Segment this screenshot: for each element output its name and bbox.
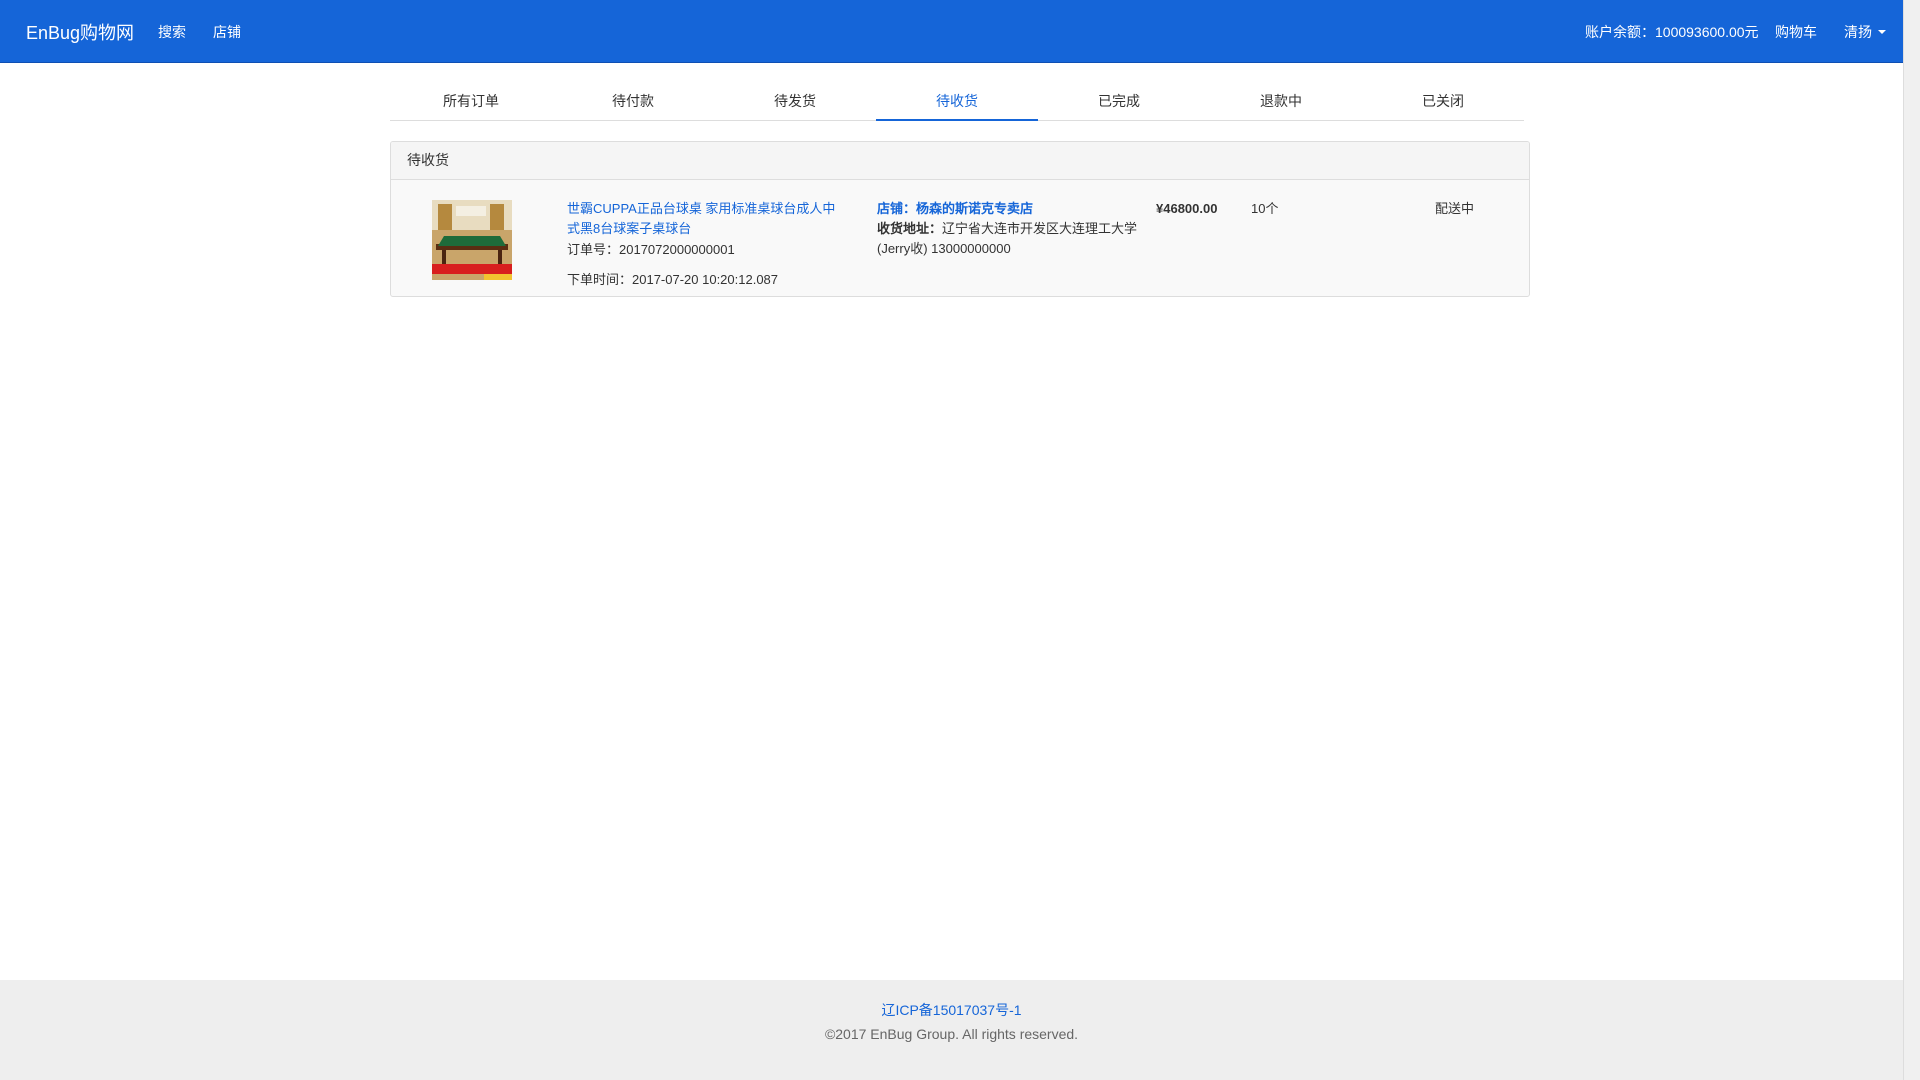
copyright-text: ©2017 EnBug Group. All rights reserved.: [824, 1026, 1079, 1042]
page-scrollbar[interactable]: [1903, 0, 1920, 1080]
account-balance: 账户余额：100093600.00元: [1585, 24, 1759, 40]
order-panel: 待收货 世霸CUPPA正品台球桌 家用标准桌球台成人中式黑8台球案子桌球台 订单…: [390, 141, 1530, 297]
order-time: 下单时间：2017-07-20 10:20:12.087: [567, 272, 779, 287]
panel-heading: 待收货: [391, 142, 1529, 180]
tab-pending-shipment[interactable]: 待发货: [714, 86, 876, 121]
nav-shop-link[interactable]: 店铺: [213, 22, 241, 42]
tab-all-orders[interactable]: 所有订单: [390, 86, 552, 121]
brand-link[interactable]: EnBug购物网: [26, 19, 134, 45]
page-footer: 辽ICP备15017037号-1 ©2017 EnBug Group. All …: [0, 980, 1903, 1080]
tab-pending-receipt[interactable]: 待收货: [876, 86, 1038, 121]
order-status-tabs: 所有订单 待付款 待发货 待收货 已完成 退款中 已关闭: [390, 86, 1524, 121]
order-number: 订单号：2017072000000001: [567, 242, 735, 257]
tab-closed[interactable]: 已关闭: [1362, 86, 1524, 121]
product-thumbnail[interactable]: [432, 200, 512, 280]
tab-refunding[interactable]: 退款中: [1200, 86, 1362, 121]
nav-search-link[interactable]: 搜索: [158, 22, 186, 42]
tab-completed[interactable]: 已完成: [1038, 86, 1200, 121]
shipping-address: 收货地址：辽宁省大连市开发区大连理工大学(Jerry收) 13000000000: [877, 219, 1139, 259]
order-price: ¥46800.00: [1156, 201, 1218, 216]
tab-pending-payment[interactable]: 待付款: [552, 86, 714, 121]
order-quantity: 10个: [1251, 201, 1279, 216]
caret-down-icon: [1878, 30, 1886, 34]
order-row: 世霸CUPPA正品台球桌 家用标准桌球台成人中式黑8台球案子桌球台 订单号：20…: [391, 180, 1529, 296]
icp-link[interactable]: 辽ICP备15017037号-1: [0, 1000, 1903, 1020]
top-navbar: EnBug购物网 搜索 店铺 账户余额：100093600.00元 购物车 清扬: [0, 0, 1920, 63]
order-status: 配送中: [1435, 201, 1475, 216]
billiard-table-image: [432, 200, 512, 280]
address-label: 收货地址：: [877, 221, 943, 236]
product-title-link[interactable]: 世霸CUPPA正品台球桌 家用标准桌球台成人中式黑8台球案子桌球台: [567, 199, 837, 239]
shop-link[interactable]: 店铺：杨森的斯诺克专卖店: [877, 199, 1033, 219]
cart-link[interactable]: 购物车: [1775, 22, 1817, 42]
user-name: 清扬: [1844, 24, 1872, 40]
user-menu-dropdown[interactable]: 清扬: [1844, 22, 1886, 42]
